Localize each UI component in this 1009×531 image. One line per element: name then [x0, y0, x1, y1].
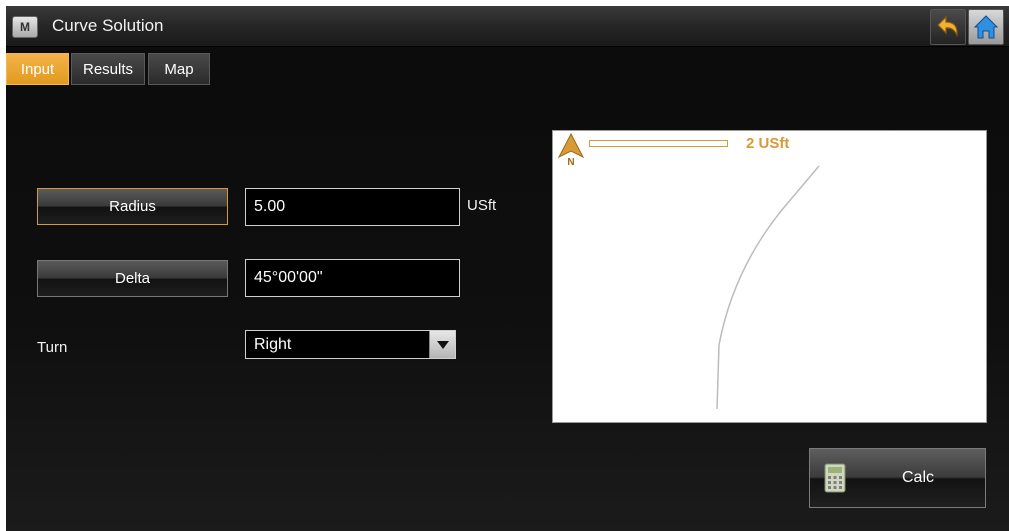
- tab-results[interactable]: Results: [71, 53, 145, 85]
- chevron-down-icon[interactable]: [429, 331, 455, 358]
- calc-button[interactable]: Calc: [809, 448, 986, 508]
- home-button[interactable]: [968, 9, 1004, 45]
- turn-label: Turn: [37, 339, 68, 356]
- calc-label: Calc: [902, 469, 935, 486]
- delta-button[interactable]: Delta: [37, 260, 228, 297]
- tab-input[interactable]: Input: [6, 53, 69, 85]
- radius-unit-label: USft: [467, 197, 497, 214]
- window-title: Curve Solution: [52, 16, 164, 35]
- radius-input[interactable]: [245, 188, 460, 226]
- turn-select[interactable]: Right: [245, 330, 456, 359]
- title-bar: M Curve Solution: [6, 6, 1009, 47]
- turn-select-value: Right: [254, 336, 292, 353]
- home-icon: [973, 15, 999, 39]
- back-arrow-icon: [937, 15, 958, 38]
- calculator-icon: [824, 463, 846, 493]
- radius-button[interactable]: Radius: [37, 188, 228, 225]
- curve-preview[interactable]: N 2 USft: [552, 130, 987, 423]
- curve-line: [716, 165, 820, 410]
- app-logo-icon: M: [12, 16, 38, 38]
- back-button[interactable]: [930, 9, 966, 45]
- app-window: M Curve Solution Input Results Map Radiu…: [6, 6, 1009, 531]
- delta-input[interactable]: [245, 259, 460, 297]
- tab-map[interactable]: Map: [148, 53, 210, 85]
